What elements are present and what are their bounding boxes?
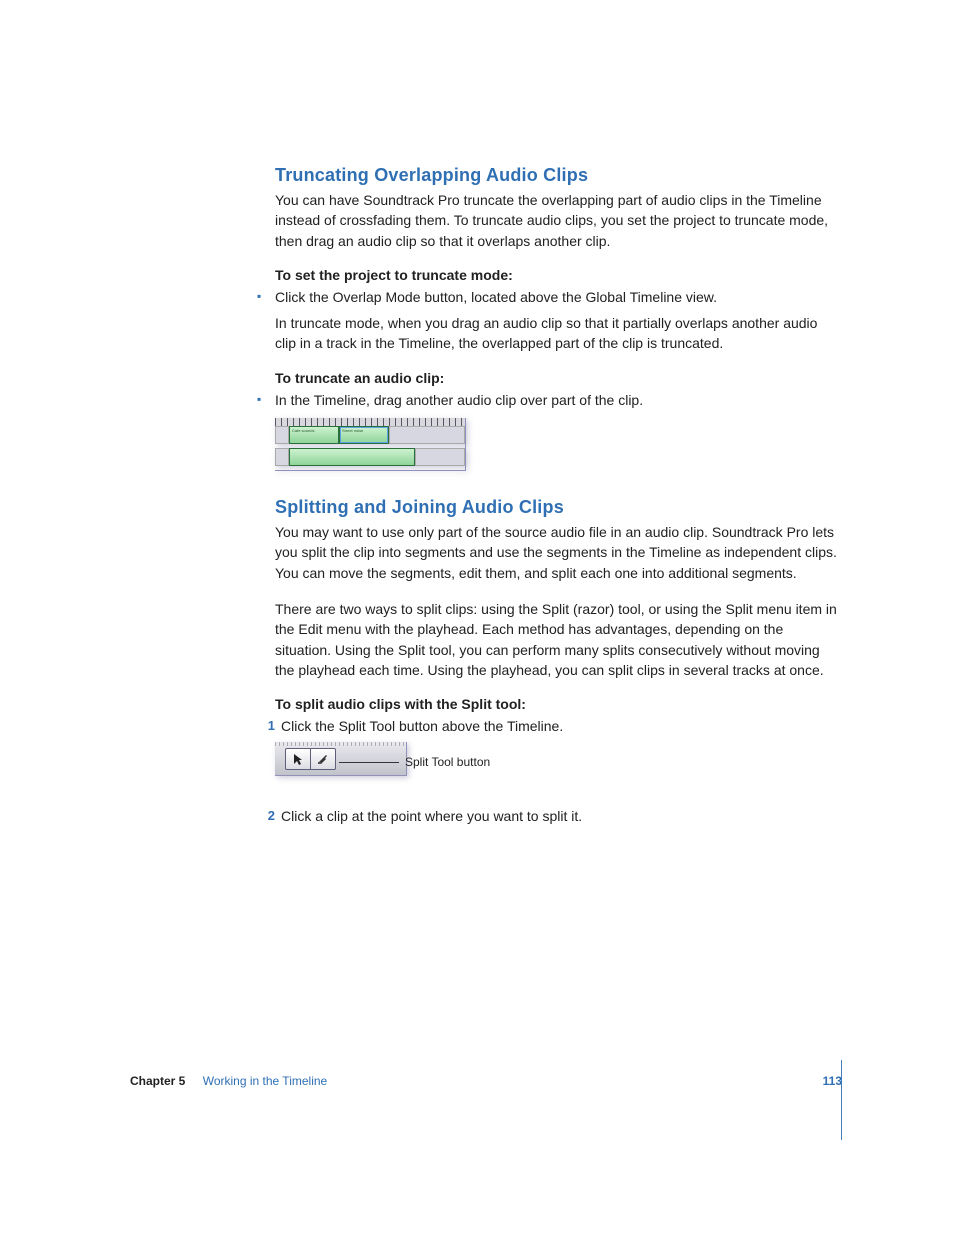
track-header xyxy=(275,426,289,444)
step-item: 1 Click the Split Tool button above the … xyxy=(275,716,842,736)
timeline-ruler xyxy=(275,742,406,746)
callout-leader xyxy=(339,762,399,763)
audio-clip: Cafe sounds xyxy=(289,426,339,444)
razor-icon xyxy=(317,753,329,765)
bullet-text: Click the Overlap Mode button, located a… xyxy=(275,287,842,307)
toolbar xyxy=(275,742,407,776)
arrow-tool-button xyxy=(285,748,311,770)
section-heading-splitting: Splitting and Joining Audio Clips xyxy=(275,497,842,518)
body-paragraph: In truncate mode, when you drag an audio… xyxy=(275,313,842,354)
document-page: Truncating Overlapping Audio Clips You c… xyxy=(0,0,954,1235)
audio-clip-selected: Street noise xyxy=(339,426,389,444)
bullet-item: ▪ In the Timeline, drag another audio cl… xyxy=(275,390,842,410)
bullet-icon: ▪ xyxy=(257,390,275,409)
procedure-heading: To split audio clips with the Split tool… xyxy=(275,696,842,712)
step-item: 2 Click a clip at the point where you wa… xyxy=(275,806,842,826)
body-paragraph: There are two ways to split clips: using… xyxy=(275,599,842,680)
step-number: 1 xyxy=(257,716,281,736)
footer-chapter-title: Working in the Timeline xyxy=(203,1074,328,1088)
bullet-item: ▪ Click the Overlap Mode button, located… xyxy=(275,287,842,307)
callout-label: Split Tool button xyxy=(405,755,490,769)
split-tool-button xyxy=(311,748,336,770)
track-empty xyxy=(415,448,465,466)
bullet-text: In the Timeline, drag another audio clip… xyxy=(275,390,842,410)
timeline-track: Cafe sounds Street noise xyxy=(275,426,465,444)
procedure-heading: To truncate an audio clip: xyxy=(275,370,842,386)
section-heading-truncating: Truncating Overlapping Audio Clips xyxy=(275,165,842,186)
track-header xyxy=(275,448,289,466)
bullet-icon: ▪ xyxy=(257,287,275,306)
track-empty xyxy=(389,426,465,444)
step-text: Click the Split Tool button above the Ti… xyxy=(281,716,842,736)
step-number: 2 xyxy=(257,806,281,826)
arrow-icon xyxy=(293,753,303,765)
page-footer: Chapter 5 Working in the Timeline 113 xyxy=(130,1074,842,1088)
body-paragraph: You may want to use only part of the sou… xyxy=(275,522,842,583)
figure-split-toolbar: Split Tool button xyxy=(275,742,842,776)
footer-page-number: 113 xyxy=(823,1074,842,1088)
footer-left: Chapter 5 Working in the Timeline xyxy=(130,1074,327,1088)
audio-clip xyxy=(289,448,415,466)
page-edge-rule xyxy=(841,1060,842,1140)
figure-timeline-overlap: Cafe sounds Street noise xyxy=(275,418,466,471)
timeline-track xyxy=(275,448,465,466)
step-text: Click a clip at the point where you want… xyxy=(281,806,842,826)
body-paragraph: You can have Soundtrack Pro truncate the… xyxy=(275,190,842,251)
procedure-heading: To set the project to truncate mode: xyxy=(275,267,842,283)
footer-chapter-label: Chapter 5 xyxy=(130,1074,185,1088)
